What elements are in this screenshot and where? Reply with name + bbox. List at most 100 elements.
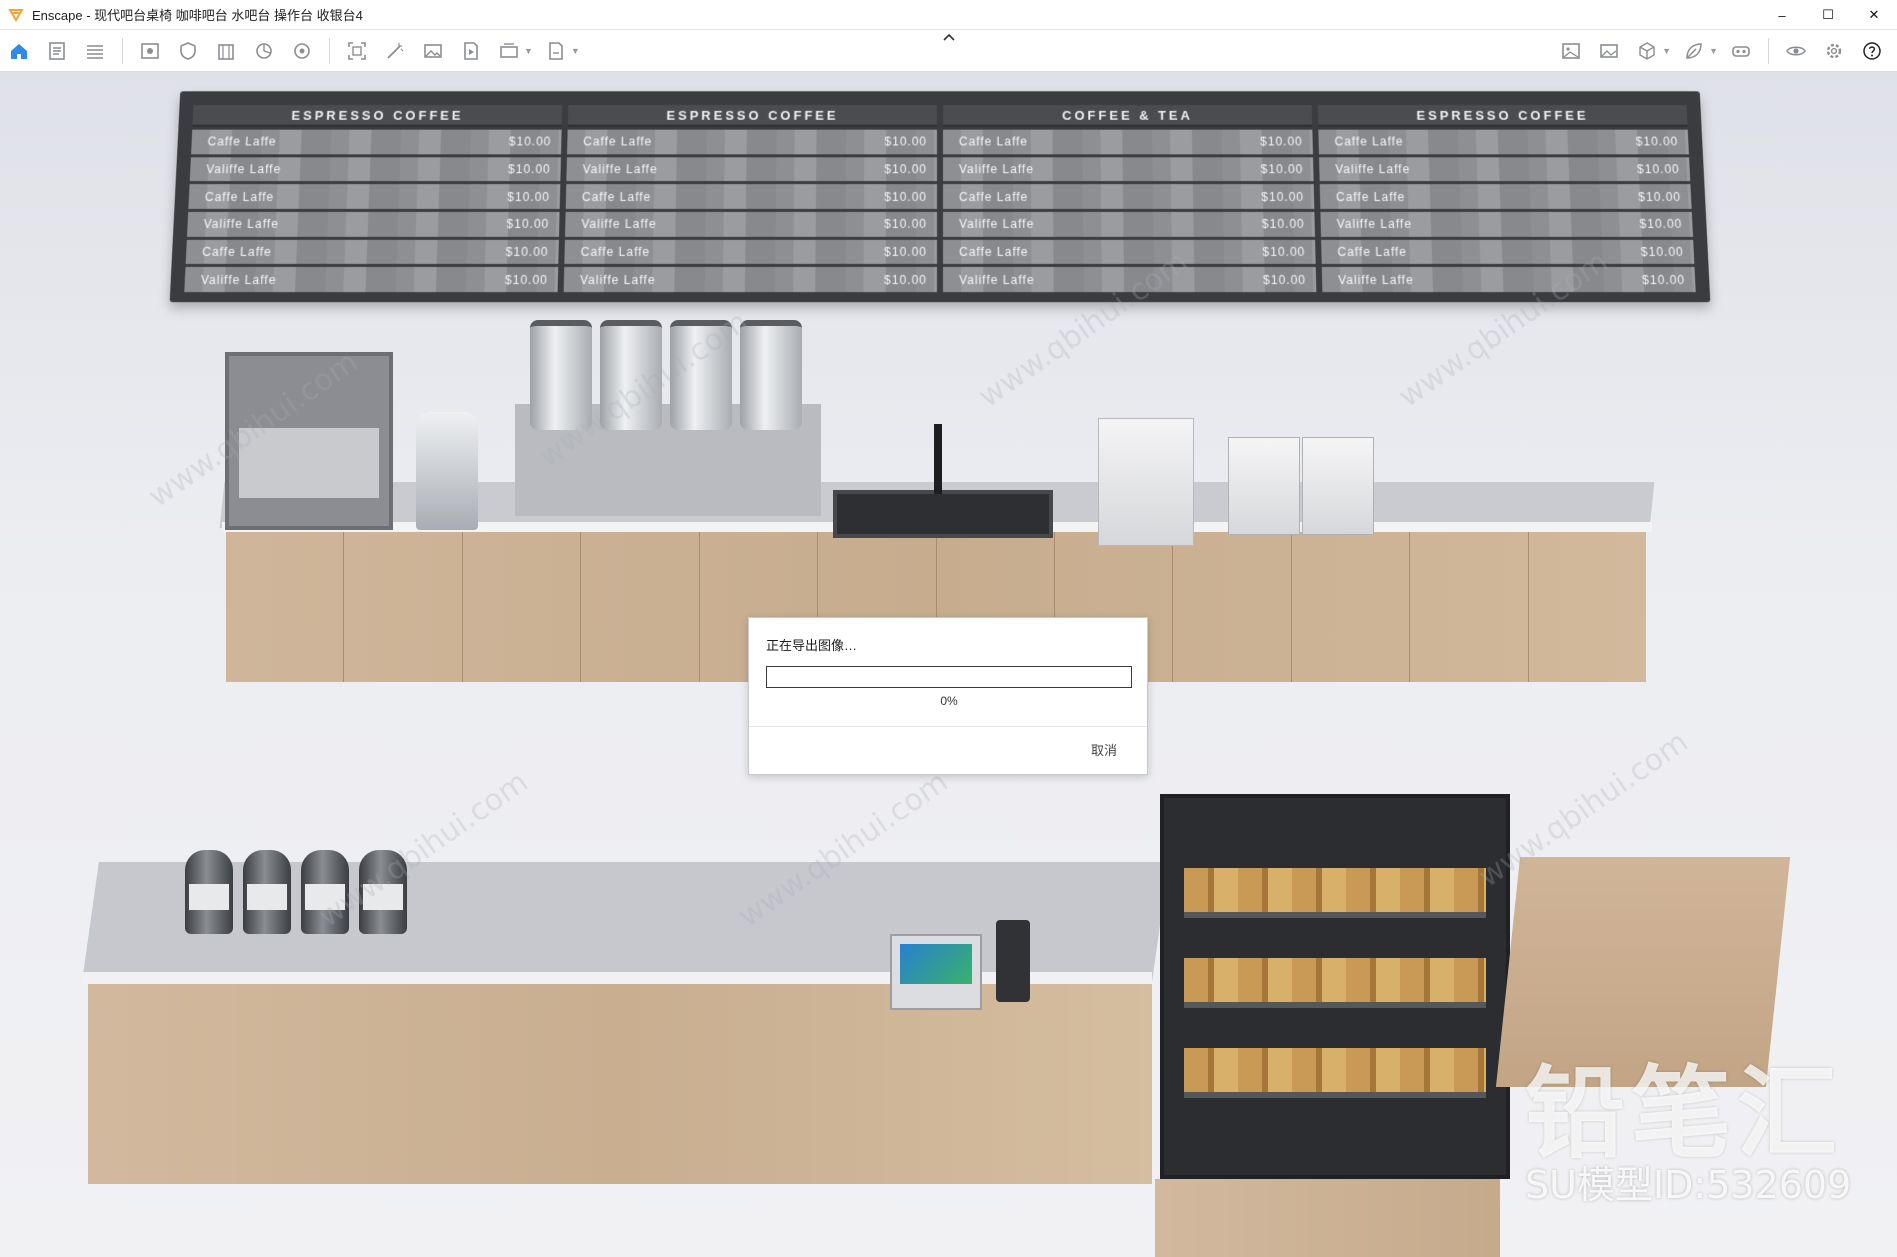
minimize-button[interactable]: – [1759,0,1805,30]
help-icon[interactable] [1857,36,1887,66]
vr-headset-icon[interactable] [1726,36,1756,66]
menu-item-name: Valiffe Laffe [1335,162,1411,177]
title-bar: Enscape - 现代吧台桌椅 咖啡吧台 水吧台 操作台 收银台4 – ☐ ✕ [0,0,1897,30]
chevron-down-icon[interactable]: ▼ [1709,46,1718,56]
cabinet-door [1529,532,1646,682]
menu-item-price: $10.00 [884,162,928,177]
menu-row: Caffe Laffe $10.00 [942,184,1315,209]
menu-item-name: Valiffe Laffe [959,272,1035,287]
menu-panel-title: COFFEE & TEA [942,105,1313,127]
watermark-model-id: SU模型ID:532609 [1525,1163,1852,1207]
chevron-up-icon[interactable] [940,30,958,44]
air-pot [243,850,291,934]
menu-item-price: $10.00 [1640,244,1685,259]
asset-image-icon[interactable] [1556,36,1586,66]
image-icon[interactable] [418,36,448,66]
window-controls: – ☐ ✕ [1759,0,1897,30]
menu-panel-title: ESPRESSO COFFEE [1317,105,1688,127]
gear-icon[interactable] [1819,36,1849,66]
window-title: Enscape - 现代吧台桌椅 咖啡吧台 水吧台 操作台 收银台4 [32,8,363,23]
view-icon[interactable] [135,36,165,66]
settings-wheel-icon[interactable] [287,36,317,66]
menu-item-name: Caffe Laffe [1335,189,1406,204]
menu-item-name: Caffe Laffe [959,244,1029,259]
menu-item-name: Valiffe Laffe [958,162,1034,177]
menu-row: Valiffe Laffe $10.00 [566,156,938,182]
cabinet-door [226,532,345,682]
menu-row: Caffe Laffe $10.00 [565,184,938,209]
menu-panel: ESPRESSO COFFEE Caffe Laffe $10.00 Valiff… [1317,105,1696,293]
close-button[interactable]: ✕ [1851,0,1897,30]
menu-item-price: $10.00 [884,217,927,232]
batch-render-icon[interactable] [494,36,524,66]
barcode-scanner [996,920,1030,1002]
coffee-machine [1098,418,1194,546]
export-icon[interactable] [541,36,571,66]
video-icon[interactable] [456,36,486,66]
eye-icon[interactable] [1781,36,1811,66]
display-shelf [1184,1048,1486,1098]
menu-item-name: Valiffe Laffe [581,217,657,232]
menu-row: Valiffe Laffe $10.00 [186,211,560,237]
menu-item-price: $10.00 [508,134,552,149]
menu-item-price: $10.00 [1641,272,1686,287]
menu-row: Caffe Laffe $10.00 [191,129,562,155]
cancel-button[interactable]: 取消 [1091,740,1117,759]
chart-icon[interactable] [249,36,279,66]
menu-row: Caffe Laffe $10.00 [1319,184,1692,209]
chevron-down-icon[interactable]: ▼ [1662,46,1671,56]
maximize-button[interactable]: ☐ [1805,0,1851,30]
building-icon[interactable] [211,36,241,66]
menu-item-price: $10.00 [1260,162,1304,177]
toolbar-separator [122,37,123,64]
gallery-icon[interactable] [1594,36,1624,66]
document-icon[interactable] [42,36,72,66]
menu-panel-title: ESPRESSO COFFEE [567,105,938,127]
menu-item-price: $10.00 [506,217,550,232]
chevron-down-icon[interactable]: ▼ [524,46,533,56]
blender [416,412,478,530]
menu-row: Valiffe Laffe $10.00 [1320,211,1694,237]
cabinet-door [581,532,700,682]
shield-icon[interactable] [173,36,203,66]
menu-row: Valiffe Laffe $10.00 [189,156,561,182]
display-case-base [1155,1179,1500,1257]
menu-row: Valiffe Laffe $10.00 [1319,156,1691,182]
leaf-icon[interactable] [1679,36,1709,66]
dialog-message: 正在导出图像… [766,638,858,653]
capture-icon[interactable] [342,36,372,66]
front-counter-edge [82,972,1152,984]
chevron-down-icon[interactable]: ▼ [571,46,580,56]
menu-item-name: Caffe Laffe [207,134,277,149]
menu-row: Valiffe Laffe $10.00 [943,211,1315,237]
menu-row: Valiffe Laffe $10.00 [563,267,937,293]
menu-item-price: $10.00 [883,272,927,287]
menu-item-price: $10.00 [1639,217,1683,232]
menu-row: Caffe Laffe $10.00 [942,129,1313,155]
menu-item-price: $10.00 [1260,134,1303,149]
cabinet-door [463,532,582,682]
menu-panel: ESPRESSO COFFEE Caffe Laffe $10.00 Valiff… [563,105,938,293]
cube-icon[interactable] [1632,36,1662,66]
menu-item-name: Caffe Laffe [1337,244,1408,259]
menu-row: Caffe Laffe $10.00 [188,184,561,209]
menu-item-price: $10.00 [507,162,551,177]
menu-item-name: Caffe Laffe [958,134,1029,149]
menu-row: Caffe Laffe $10.00 [564,239,937,265]
list-icon[interactable] [80,36,110,66]
menu-item-price: $10.00 [507,189,551,204]
fryer [1302,437,1374,535]
menu-item-name: Caffe Laffe [583,134,653,149]
menu-item-price: $10.00 [884,134,928,149]
home-icon[interactable] [4,36,34,66]
front-counter-panel [88,984,1152,1184]
menu-item-name: Caffe Laffe [204,189,275,204]
menu-item-price: $10.00 [504,272,549,287]
render-viewport[interactable]: ESPRESSO COFFEE Caffe Laffe $10.00 Valiff… [0,72,1897,1257]
menu-item-price: $10.00 [1636,162,1681,177]
magic-wand-icon[interactable] [380,36,410,66]
toolbar-separator [1768,38,1769,64]
bakery-display-case [1160,794,1510,1179]
menu-panel: COFFEE & TEA Caffe Laffe $10.00 Valiffe L… [942,105,1317,293]
menu-row: Valiffe Laffe $10.00 [184,267,559,293]
